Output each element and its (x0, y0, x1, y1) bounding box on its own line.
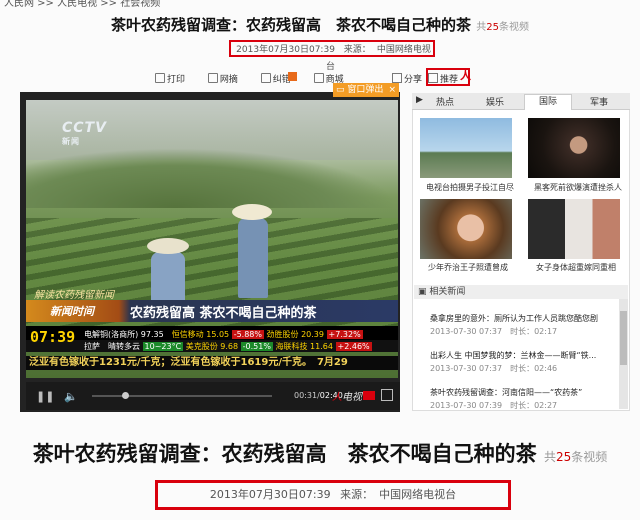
pause-icon[interactable]: ❚❚ (36, 390, 54, 403)
print-button[interactable]: 打印 (155, 73, 195, 85)
tab-hot[interactable]: 热点 (436, 95, 454, 108)
thumb-4[interactable] (528, 199, 620, 259)
tab-arrow-icon[interactable]: ▶ (416, 95, 423, 105)
cart-icon (313, 73, 324, 83)
show-tag: 新闻时间 (50, 305, 94, 318)
source-link[interactable]: 中国网络电视台 (326, 45, 431, 72)
thumb-caption-1[interactable]: 电视台拍摄男子投江自尽 (426, 182, 514, 193)
hd-icon[interactable] (363, 391, 375, 400)
related-item-3[interactable]: 茶叶农药残留调查：河南信阳——“农药茶” 2013-07-30 07:39 时长… (430, 387, 582, 411)
video-frame[interactable]: CCTV 新闻 解读农药残留新闻 新闻时间 农药残留高 茶农不喝自己种的茶 07:… (26, 100, 398, 378)
thumb-1[interactable] (420, 118, 512, 178)
page-title: 茶叶农药残留调查：农药残留高 茶农不喝自己种的茶 共25条视频 (0, 14, 640, 35)
ticker-row-2: 拉萨 晴转多云 10~23°C 美克股份 9.68 -0.51% 海联科技 11… (84, 342, 372, 351)
thumb-caption-4[interactable]: 女子身体超重嫁同重相 (536, 262, 616, 273)
video-headline: 农药残留高 茶农不喝自己种的茶 (130, 306, 317, 321)
print-icon (155, 73, 165, 83)
related-item-1[interactable]: 桑拿房里的意外：厕所认为工作人员跳您酷您剧 2013-07-30 07:37 时… (430, 313, 598, 337)
tab-military[interactable]: 军事 (590, 95, 608, 108)
enlarged-title: 茶叶农药残留调查：农药残留高 茶农不喝自己种的茶 共25条视频 (32, 442, 608, 466)
breadcrumb[interactable]: 人民网 >> 人民电视 >> 社会视频 (4, 0, 160, 9)
title-text: 茶叶农药残留调查：农药残留高 茶农不喝自己种的茶 (111, 16, 472, 34)
show-title: 解读农药残留新闻 (34, 290, 114, 301)
cctv-logo: CCTV 新闻 (62, 120, 107, 146)
ticker-row-1: 电解铜(洛商所) 97.35 恒信移动 15.05 -5.88% 劲胜股份 20… (84, 330, 363, 339)
article-meta: 2013年07月30日07:39 来源： 中国网络电视台 (229, 40, 435, 72)
thumb-caption-2[interactable]: 黑客死前欲爆演遭挫杀人 (534, 182, 622, 193)
news-ticker: 泛亚有色镓收于1231元/千克；泛亚有色镓收于1619元/千克。 7月29 (26, 356, 398, 370)
fullscreen-icon[interactable] (381, 389, 393, 401)
email-button[interactable]: 网摘 (207, 73, 248, 85)
tea-picker-1 (147, 238, 189, 302)
source-label: 来源： (343, 45, 371, 55)
related-title[interactable]: 出彩人生 中国梦我的梦：兰林金——断臂“铁... (430, 351, 596, 360)
tab-international[interactable]: 国际 (524, 94, 572, 110)
player-controls: ❚❚ 🔈 00:31/02:40 人电视 (26, 382, 400, 410)
edit-icon (260, 73, 271, 83)
thumb-3[interactable] (420, 199, 512, 259)
tea-picker-2 (232, 204, 272, 298)
email-icon (207, 73, 218, 83)
popout-window-button[interactable]: ▭ 窗口弹出 × (333, 83, 399, 97)
related-meta: 2013-07-30 07:39 时长：02:27 (430, 401, 558, 410)
tab-entertainment[interactable]: 娱乐 (486, 95, 504, 108)
rss-icon[interactable] (288, 72, 297, 81)
thumb-caption-3[interactable]: 少年乔治王子照遭曾成 (428, 262, 508, 273)
related-scrollbar[interactable] (619, 299, 628, 409)
seek-bar[interactable] (92, 392, 272, 399)
related-meta: 2013-07-30 07:37 时长：02:17 (430, 327, 558, 336)
caption-band: 解读农药残留新闻 新闻时间 农药残留高 茶农不喝自己种的茶 (26, 290, 398, 322)
video-count[interactable]: 共25条视频 (476, 22, 529, 33)
related-news-header: ▣ 相关新闻 (414, 285, 628, 299)
related-item-2[interactable]: 出彩人生 中国梦我的梦：兰林金——断臂“铁... 2013-07-30 07:3… (430, 350, 596, 374)
related-title[interactable]: 桑拿房里的意外：厕所认为工作人员跳您酷您剧 (430, 314, 598, 323)
video-hills (26, 148, 398, 208)
close-icon[interactable]: × (388, 83, 396, 97)
publish-date: 2013年07月30日07:39 (236, 45, 335, 55)
volume-icon[interactable]: 🔈 (64, 390, 78, 403)
enlarged-meta: 2013年07月30日07:39 来源： 中国网络电视台 (155, 480, 511, 510)
seek-knob[interactable] (122, 392, 129, 399)
recommend-button[interactable]: 推荐 (428, 72, 458, 85)
related-title[interactable]: 茶叶农药残留调查：河南信阳——“农药茶” (430, 388, 582, 397)
clock: 07:39 (30, 328, 76, 346)
thumb-2[interactable] (528, 118, 620, 178)
related-meta: 2013-07-30 07:37 时长：02:46 (430, 364, 558, 373)
people-tv-logo: 人电视 (332, 392, 362, 403)
scrollbar-thumb[interactable] (620, 311, 627, 365)
category-tabs: ▶ 热点 娱乐 国际 军事 (412, 93, 630, 110)
enlarged-video-count[interactable]: 共25条视频 (544, 450, 607, 464)
recommend-icon (428, 73, 438, 83)
share-icon (392, 73, 402, 83)
people-logo-icon[interactable]: 人 (460, 70, 471, 82)
